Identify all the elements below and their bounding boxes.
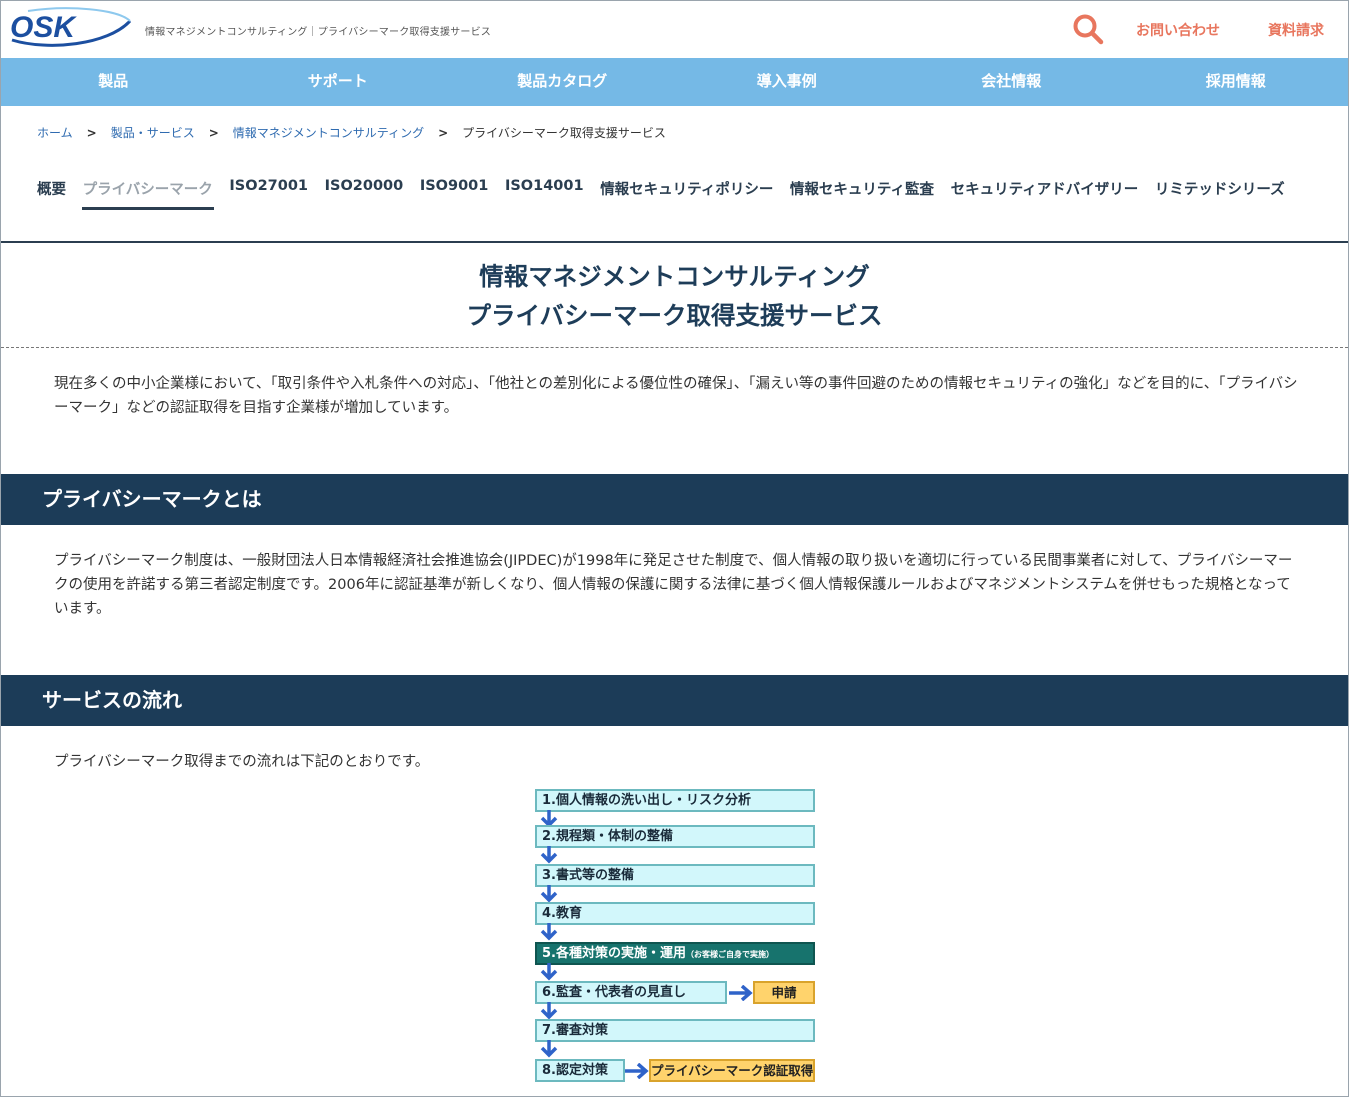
breadcrumb-current: プライバシーマーク取得支援サービス: [462, 126, 666, 140]
page-title-line1: 情報マネジメントコンサルティング: [479, 262, 870, 291]
arrow-right-icon: [729, 985, 753, 1001]
arrow-down-icon: [540, 1002, 558, 1020]
flow-step-6: 6.監査・代表者の見直し: [535, 981, 727, 1004]
page-title-line2: プライバシーマーク取得支援サービス: [466, 301, 883, 330]
tab-limited-series[interactable]: リミテッドシリーズ: [1154, 178, 1286, 210]
flow-step-5-label: 5.各種対策の実施・運用: [542, 946, 686, 961]
site-header: OSK 情報マネジメントコンサルティング｜プライバシーマーク取得支援サービス お…: [0, 0, 1349, 58]
flow-step-1: 1.個人情報の洗い出し・リスク分析: [535, 789, 815, 812]
flow-step-7: 7.審査対策: [535, 1019, 815, 1042]
tab-iso27001[interactable]: ISO27001: [228, 178, 309, 210]
main-nav: 製品 サポート 製品カタログ 導入事例 会社情報 採用情報: [1, 58, 1348, 106]
service-flow-intro: プライバシーマーク取得までの流れは下記のとおりです。: [54, 754, 430, 770]
section-heading-privacy-mark: プライバシーマークとは: [1, 474, 1348, 525]
privacy-mark-description: プライバシーマーク制度は、一般財団法人日本情報経済社会推進協会(JIPDEC)が…: [54, 553, 1293, 617]
intro-text: 現在多くの中小企業様において、「取引条件や入札条件への対応」、「他社との差別化に…: [54, 376, 1298, 416]
flow-result-apply: 申請: [753, 981, 815, 1004]
flow-step-2: 2.規程類・体制の整備: [535, 825, 815, 848]
arrow-down-icon: [540, 1040, 558, 1058]
tab-security-policy[interactable]: 情報セキュリティポリシー: [599, 178, 774, 210]
nav-item-catalog[interactable]: 製品カタログ: [450, 58, 675, 106]
contact-link[interactable]: お問い合わせ: [1136, 20, 1220, 40]
breadcrumb-products-services[interactable]: 製品・サービス: [111, 124, 195, 141]
breadcrumb-consulting[interactable]: 情報マネジメントコンサルティング: [233, 124, 424, 141]
request-docs-link[interactable]: 資料請求: [1268, 20, 1324, 40]
breadcrumb: ホーム > 製品・サービス > 情報マネジメントコンサルティング > プライバシ…: [37, 124, 666, 141]
tab-privacy-mark[interactable]: プライバシーマーク: [81, 178, 214, 210]
flow-step-8: 8.認定対策: [535, 1059, 625, 1082]
nav-item-company[interactable]: 会社情報: [899, 58, 1124, 106]
flow-result-certification: プライバシーマーク認証取得: [649, 1059, 815, 1082]
flow-step-3: 3.書式等の整備: [535, 864, 815, 887]
search-icon[interactable]: [1072, 13, 1104, 45]
arrow-down-icon: [540, 885, 558, 903]
page-title: 情報マネジメントコンサルティング プライバシーマーク取得支援サービス: [0, 257, 1349, 335]
nav-item-products[interactable]: 製品: [1, 58, 226, 106]
service-flow-diagram: 1.個人情報の洗い出し・リスク分析 2.規程類・体制の整備 3.書式等の整備 4…: [535, 789, 817, 1089]
tab-security-audit[interactable]: 情報セキュリティ監査: [789, 178, 935, 210]
nav-item-support[interactable]: サポート: [226, 58, 451, 106]
chevron-right-icon: >: [208, 125, 219, 140]
osk-logo[interactable]: OSK: [8, 7, 132, 47]
dotted-divider: [1, 347, 1348, 348]
tab-iso14001[interactable]: ISO14001: [504, 178, 585, 210]
arrow-right-icon: [625, 1063, 649, 1079]
nav-item-recruit[interactable]: 採用情報: [1124, 58, 1349, 106]
tab-security-advisory[interactable]: セキュリティアドバイザリー: [950, 178, 1140, 210]
flow-step-5-note: （お客様ご自身で実施）: [685, 950, 774, 959]
tab-overview[interactable]: 概要: [36, 178, 67, 210]
section-heading-service-flow: サービスの流れ: [1, 675, 1348, 726]
nav-item-case-studies[interactable]: 導入事例: [675, 58, 900, 106]
header-tagline: 情報マネジメントコンサルティング｜プライバシーマーク取得支援サービス: [145, 27, 491, 38]
arrow-down-icon: [540, 963, 558, 981]
tab-iso20000[interactable]: ISO20000: [324, 178, 405, 210]
chevron-right-icon: >: [86, 125, 97, 140]
logo-text: OSK: [10, 11, 77, 44]
flow-step-5: 5.各種対策の実施・運用（お客様ご自身で実施）: [535, 942, 815, 965]
flow-step-4: 4.教育: [535, 902, 815, 925]
chevron-right-icon: >: [438, 125, 449, 140]
sub-tabs: 概要 プライバシーマーク ISO27001 ISO20000 ISO9001 I…: [36, 178, 1300, 210]
arrow-down-icon: [540, 846, 558, 864]
breadcrumb-home[interactable]: ホーム: [37, 124, 73, 141]
tab-iso9001[interactable]: ISO9001: [419, 178, 490, 210]
arrow-down-icon: [540, 923, 558, 941]
divider: [1, 241, 1348, 243]
